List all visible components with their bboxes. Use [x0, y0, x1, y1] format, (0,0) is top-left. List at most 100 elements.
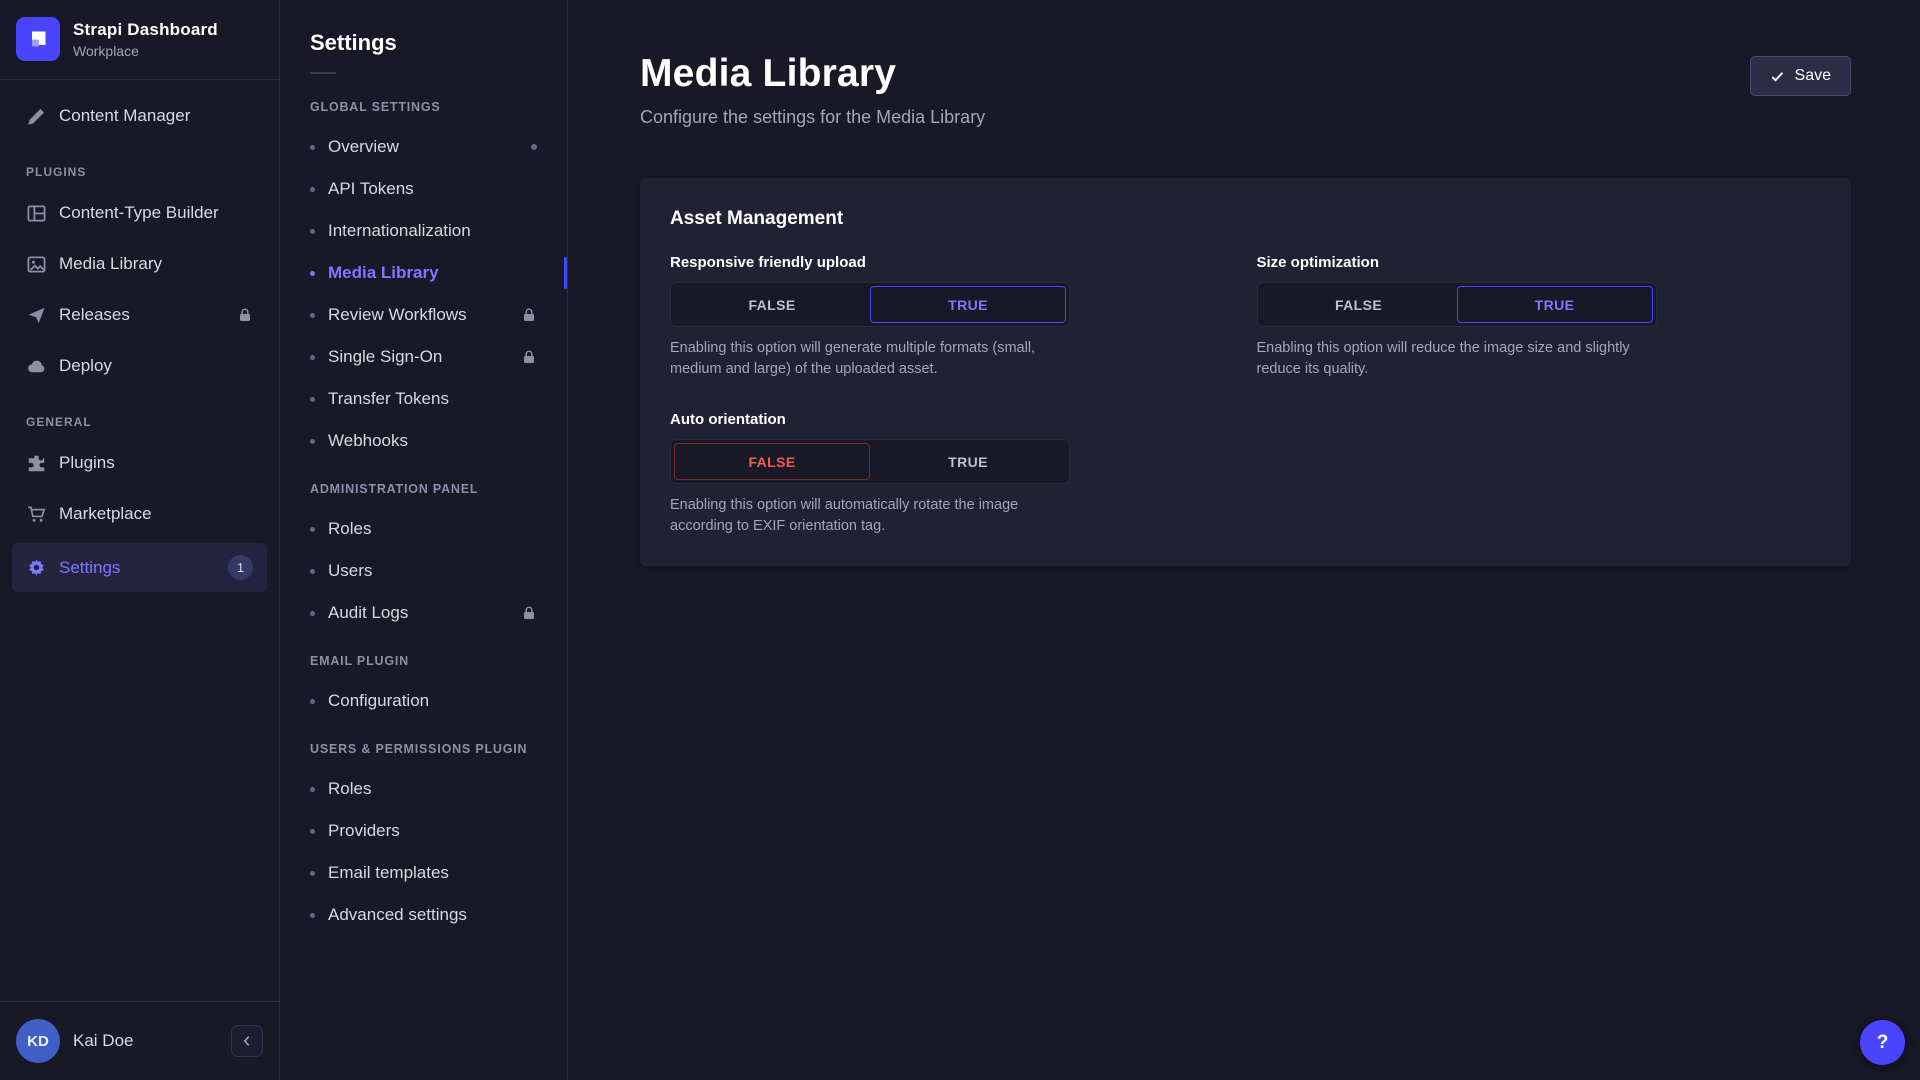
- brand-title: Strapi Dashboard: [73, 20, 218, 40]
- toggle-option-true[interactable]: TRUE: [870, 286, 1066, 323]
- nav-item-label: Deploy: [59, 356, 112, 376]
- snav-item-email-templates[interactable]: Email templates: [280, 852, 567, 894]
- field-size-optimization: Size optimization FALSE TRUE Enabling th…: [1257, 254, 1822, 379]
- snav-item-roles-admin[interactable]: Roles: [280, 508, 567, 550]
- toggle-option-false[interactable]: FALSE: [1261, 286, 1457, 323]
- auto-orientation-toggle: FALSE TRUE: [670, 439, 1070, 484]
- toggle-option-false[interactable]: FALSE: [674, 286, 870, 323]
- save-button[interactable]: Save: [1750, 56, 1851, 96]
- snav-item-label: Roles: [328, 779, 371, 799]
- nav-item-media-library[interactable]: Media Library: [12, 242, 267, 286]
- app-root: Strapi Dashboard Workplace Content Manag…: [0, 0, 1920, 1080]
- snav-item-label: API Tokens: [328, 179, 414, 199]
- nav-item-content-type-builder[interactable]: Content-Type Builder: [12, 191, 267, 235]
- page-header: Media Library Configure the settings for…: [640, 0, 1851, 128]
- nav-item-label: Plugins: [59, 453, 115, 473]
- bullet-icon: [310, 611, 315, 616]
- nav-item-settings[interactable]: Settings 1: [12, 543, 267, 592]
- user-area: KD Kai Doe: [0, 1001, 279, 1080]
- snav-item-overview[interactable]: Overview: [280, 126, 567, 168]
- snav-section-admin-panel: ADMINISTRATION PANEL: [280, 462, 567, 508]
- settings-sidebar: Settings GLOBAL SETTINGS Overview API To…: [280, 0, 568, 1080]
- snav-item-roles-up[interactable]: Roles: [280, 768, 567, 810]
- snav-item-advanced-settings[interactable]: Advanced settings: [280, 894, 567, 936]
- nav-item-label: Marketplace: [59, 504, 152, 524]
- nav-section-general: GENERAL: [12, 395, 267, 441]
- snav-item-transfer-tokens[interactable]: Transfer Tokens: [280, 378, 567, 420]
- field-description: Enabling this option will automatically …: [670, 495, 1085, 536]
- snav-item-review-workflows[interactable]: Review Workflows: [280, 294, 567, 336]
- snav-item-label: Configuration: [328, 691, 429, 711]
- snav-item-label: Advanced settings: [328, 905, 467, 925]
- settings-title-divider: [310, 72, 336, 74]
- image-icon: [26, 254, 46, 274]
- nav-item-plugins[interactable]: Plugins: [12, 441, 267, 485]
- field-responsive-friendly-upload: Responsive friendly upload FALSE TRUE En…: [670, 254, 1235, 379]
- bullet-icon: [310, 829, 315, 834]
- bullet-icon: [310, 913, 315, 918]
- snav-item-label: Users: [328, 561, 372, 581]
- paper-plane-icon: [26, 305, 46, 325]
- nav-section-plugins: PLUGINS: [12, 145, 267, 191]
- chevron-left-icon: [240, 1034, 254, 1048]
- bullet-icon: [310, 699, 315, 704]
- snav-item-label: Webhooks: [328, 431, 408, 451]
- bullet-icon: [310, 271, 315, 276]
- strapi-logo-icon: [16, 17, 60, 61]
- nav-item-label: Content Manager: [59, 106, 190, 126]
- snav-item-webhooks[interactable]: Webhooks: [280, 420, 567, 462]
- nav-item-label: Media Library: [59, 254, 162, 274]
- lock-icon: [521, 605, 537, 621]
- settings-notification-badge: 1: [228, 555, 253, 580]
- help-button[interactable]: ?: [1860, 1020, 1905, 1065]
- toggle-option-false[interactable]: FALSE: [674, 443, 870, 480]
- snav-item-internationalization[interactable]: Internationalization: [280, 210, 567, 252]
- snav-section-email-plugin: EMAIL PLUGIN: [280, 634, 567, 680]
- field-label: Auto orientation: [670, 411, 1235, 428]
- brand: Strapi Dashboard Workplace: [0, 0, 279, 80]
- nav-item-label: Settings: [59, 558, 120, 578]
- layout-icon: [26, 203, 46, 223]
- nav-item-marketplace[interactable]: Marketplace: [12, 492, 267, 536]
- field-auto-orientation: Auto orientation FALSE TRUE Enabling thi…: [670, 411, 1235, 536]
- fields-grid: Responsive friendly upload FALSE TRUE En…: [670, 254, 1821, 536]
- page-header-text: Media Library Configure the settings for…: [640, 52, 985, 128]
- bullet-icon: [310, 145, 315, 150]
- bullet-icon: [310, 397, 315, 402]
- cart-icon: [26, 504, 46, 524]
- toggle-option-true[interactable]: TRUE: [870, 443, 1066, 480]
- nav-item-label: Releases: [59, 305, 130, 325]
- nav-item-content-manager[interactable]: Content Manager: [12, 94, 267, 138]
- check-icon: [1770, 69, 1785, 84]
- snav-item-single-sign-on[interactable]: Single Sign-On: [280, 336, 567, 378]
- nav-item-releases[interactable]: Releases: [12, 293, 267, 337]
- nav-item-label: Content-Type Builder: [59, 203, 219, 223]
- snav-section-global: GLOBAL SETTINGS: [280, 80, 567, 126]
- snav-item-audit-logs[interactable]: Audit Logs: [280, 592, 567, 634]
- field-label: Size optimization: [1257, 254, 1822, 271]
- snav-item-providers[interactable]: Providers: [280, 810, 567, 852]
- snav-item-label: Overview: [328, 137, 399, 157]
- toggle-option-true[interactable]: TRUE: [1457, 286, 1653, 323]
- field-description: Enabling this option will reduce the ima…: [1257, 338, 1672, 379]
- snav-item-media-library[interactable]: Media Library: [280, 252, 567, 294]
- bullet-icon: [310, 569, 315, 574]
- snav-item-configuration[interactable]: Configuration: [280, 680, 567, 722]
- main-sidebar: Strapi Dashboard Workplace Content Manag…: [0, 0, 280, 1080]
- bullet-icon: [310, 787, 315, 792]
- nav-item-deploy[interactable]: Deploy: [12, 344, 267, 388]
- brand-text: Strapi Dashboard Workplace: [73, 20, 218, 59]
- collapse-sidebar-button[interactable]: [231, 1025, 263, 1057]
- snav-item-label: Single Sign-On: [328, 347, 442, 367]
- snav-item-label: Providers: [328, 821, 400, 841]
- snav-item-users[interactable]: Users: [280, 550, 567, 592]
- avatar[interactable]: KD: [16, 1019, 60, 1063]
- snav-item-api-tokens[interactable]: API Tokens: [280, 168, 567, 210]
- main-nav-list: Content Manager PLUGINS Content-Type Bui…: [0, 80, 279, 1001]
- notification-dot-icon: [531, 144, 537, 150]
- bullet-icon: [310, 355, 315, 360]
- snav-item-label: Internationalization: [328, 221, 471, 241]
- snav-item-label: Media Library: [328, 263, 439, 283]
- lock-icon: [521, 349, 537, 365]
- snav-item-label: Transfer Tokens: [328, 389, 449, 409]
